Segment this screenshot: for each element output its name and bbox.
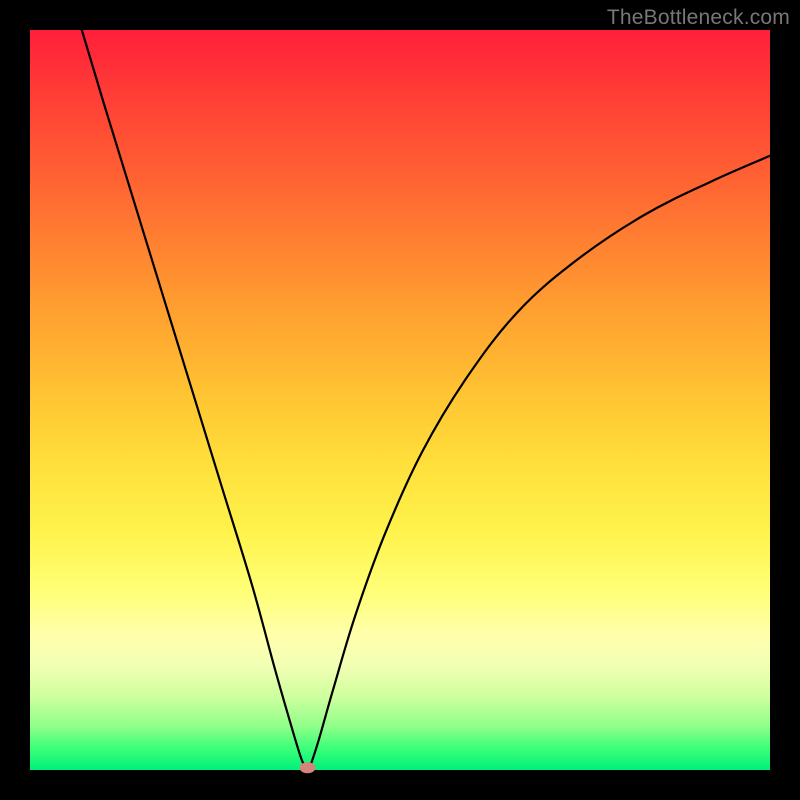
watermark-text: TheBottleneck.com <box>607 6 790 30</box>
chart-stage: TheBottleneck.com <box>0 0 800 800</box>
curve-left-branch <box>82 30 305 768</box>
optimal-point-marker <box>300 762 316 773</box>
curve-svg <box>30 30 770 770</box>
curve-right-branch <box>310 156 770 768</box>
plot-area <box>30 30 770 770</box>
